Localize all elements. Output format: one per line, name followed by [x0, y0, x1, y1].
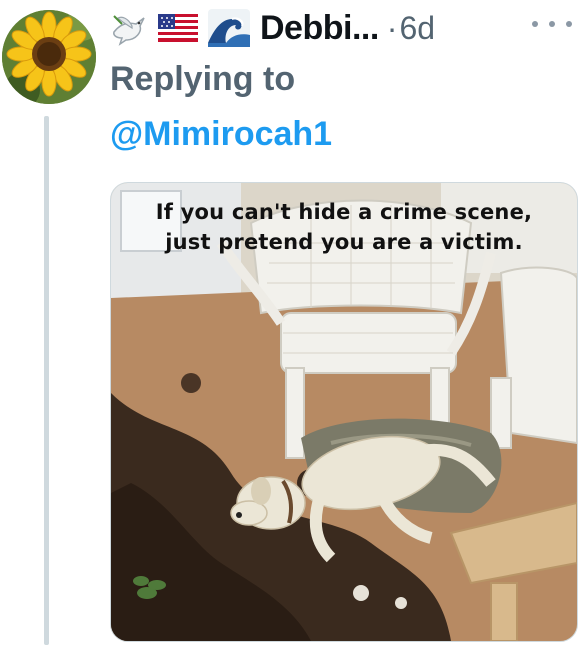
timestamp[interactable]: 6d — [399, 10, 435, 47]
caption-line-1: If you can't hide a crime scene, — [155, 200, 533, 224]
replying-to-label: Replying to — [110, 60, 296, 98]
caption-line-2: just pretend you are a victim. — [165, 230, 523, 254]
image-caption: If you can't hide a crime scene, just pr… — [111, 197, 577, 257]
dove-icon — [110, 10, 148, 46]
thread-line — [44, 116, 49, 645]
replying-to-mention[interactable]: @Mimirocah1 — [110, 115, 332, 154]
more-options-icon[interactable] — [532, 14, 572, 34]
us-flag-icon — [158, 14, 198, 42]
wave-icon — [208, 9, 250, 47]
avatar[interactable] — [2, 10, 96, 104]
more-dot-icon — [566, 21, 572, 27]
tweet-header: Debbi... · 6d — [110, 4, 582, 52]
tweet-media-image[interactable]: If you can't hide a crime scene, just pr… — [110, 182, 578, 642]
display-name[interactable]: Debbi... — [260, 9, 379, 48]
separator-dot: · — [386, 9, 398, 46]
sunflower-icon — [2, 10, 96, 104]
more-dot-icon — [532, 21, 538, 27]
more-dot-icon — [549, 21, 555, 27]
